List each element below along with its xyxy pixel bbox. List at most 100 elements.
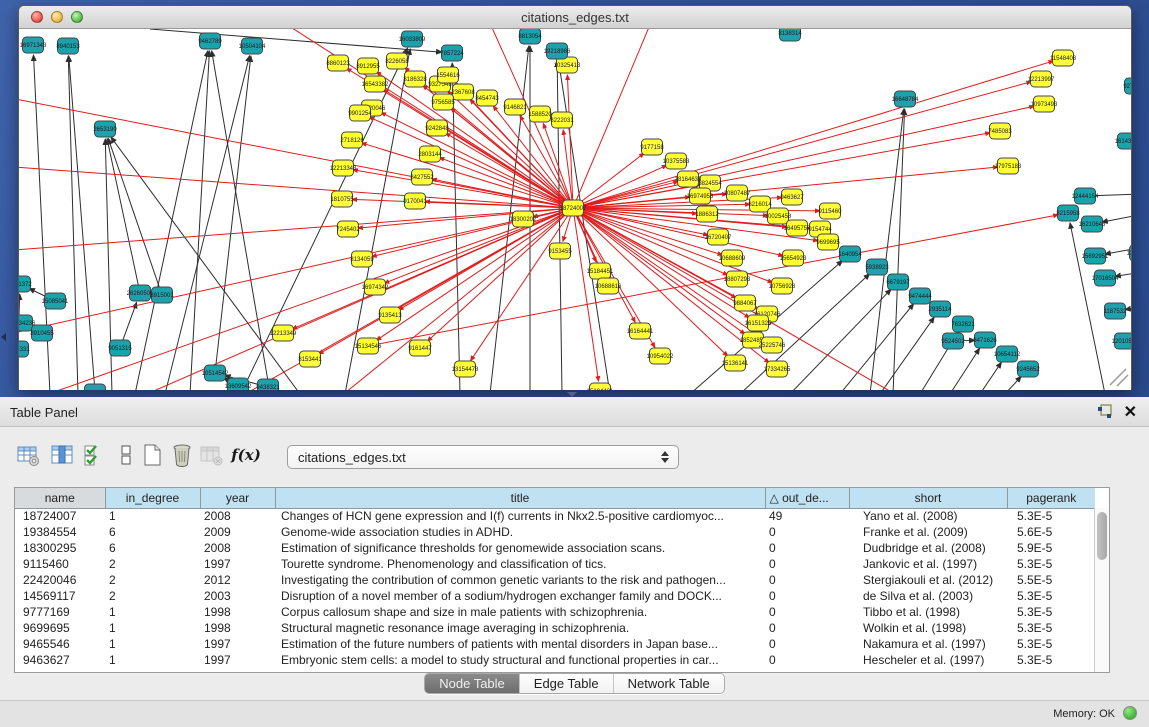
table-cell[interactable]: de Silva et al. (2003) xyxy=(849,588,1007,604)
column-header-in_degree[interactable]: in_degree xyxy=(105,488,200,508)
memory-ok-indicator[interactable] xyxy=(1123,706,1137,720)
graph-node[interactable]: 16720407 xyxy=(705,229,732,245)
graph-node[interactable]: 8222031 xyxy=(550,112,574,128)
graph-node[interactable]: 9161447 xyxy=(408,340,432,356)
citation-edge-red[interactable] xyxy=(358,208,573,228)
citation-edge-red[interactable] xyxy=(19,208,573,336)
table-cell[interactable]: 5.6E-5 xyxy=(1007,524,1095,540)
tab-node-table[interactable]: Node Table xyxy=(425,674,520,693)
graph-node[interactable]: 2803144 xyxy=(418,146,442,162)
graph-node[interactable]: 10688616 xyxy=(595,278,622,294)
table-cell[interactable]: 5.5E-5 xyxy=(1007,572,1095,588)
table-row[interactable]: 911546021997Tourette syndrome. Phenomeno… xyxy=(15,556,1095,572)
table-cell[interactable]: 1997 xyxy=(200,556,275,572)
table-cell[interactable]: 9699695 xyxy=(15,620,105,636)
table-cell[interactable]: 5.3E-5 xyxy=(1007,556,1095,572)
float-window-icon[interactable] xyxy=(1097,404,1113,420)
table-cell[interactable]: 0 xyxy=(765,556,849,572)
table-cell[interactable]: Wolkin et al. (1998) xyxy=(849,620,1007,636)
graph-node[interactable]: 2935114 xyxy=(929,301,953,317)
table-cell[interactable]: Investigating the contribution of common… xyxy=(275,572,765,588)
graph-node[interactable]: 12213349 xyxy=(270,325,297,341)
table-cell[interactable]: Franke et al. (2009) xyxy=(849,524,1007,540)
graph-node[interactable]: 9161372 xyxy=(19,276,32,292)
table-cell[interactable]: Structural magnetic resonance image aver… xyxy=(275,620,765,636)
table-cell[interactable]: 1998 xyxy=(200,604,275,620)
network-canvas[interactable]: 1872400788601238912955822605881863281654… xyxy=(19,29,1131,390)
table-cell[interactable]: Embryonic stem cells: a model to study s… xyxy=(275,652,765,668)
graph-node[interactable]: 9524502 xyxy=(941,333,965,349)
graph-node[interactable]: 9699695 xyxy=(816,234,840,250)
graph-node[interactable]: 9153455 xyxy=(548,243,572,259)
citation-edge-black[interactable] xyxy=(840,304,914,390)
citation-edge-red[interactable] xyxy=(240,208,573,390)
table-cell[interactable]: 1998 xyxy=(200,620,275,636)
column-header-year[interactable]: year xyxy=(200,488,275,508)
table-cell[interactable]: 0 xyxy=(765,620,849,636)
show-columns-icon[interactable] xyxy=(48,441,76,469)
table-cell[interactable]: 0 xyxy=(765,540,849,556)
graph-node[interactable]: 15184451 xyxy=(587,263,614,279)
graph-node[interactable]: 13609542 xyxy=(225,378,252,390)
table-cell[interactable]: 18300295 xyxy=(15,540,105,556)
table-cell[interactable]: 1 xyxy=(105,508,200,524)
graph-node[interactable]: 7857224 xyxy=(440,45,464,61)
graph-node[interactable]: 15654923 xyxy=(780,250,807,266)
graph-node[interactable]: 9474444 xyxy=(908,288,932,304)
graph-node[interactable]: 16143232 xyxy=(1115,133,1131,149)
table-cell[interactable]: 5.9E-5 xyxy=(1007,540,1095,556)
tab-network-table[interactable]: Network Table xyxy=(614,674,724,693)
graph-node[interactable]: 25225746 xyxy=(759,337,786,353)
table-cell[interactable]: 9777169 xyxy=(15,604,105,620)
graph-node[interactable]: 8153441 xyxy=(298,351,322,367)
graph-node[interactable]: 10954022 xyxy=(647,348,674,364)
table-cell[interactable]: 2003 xyxy=(200,588,275,604)
graph-node[interactable]: 9177158 xyxy=(640,139,664,155)
graph-node[interactable]: 8427552 xyxy=(410,169,434,185)
window-titlebar[interactable]: citations_edges.txt xyxy=(19,6,1131,29)
graph-node[interactable]: 10756928 xyxy=(769,278,796,294)
graph-node[interactable]: 12213343 xyxy=(330,160,357,176)
table-cell[interactable]: Genome-wide association studies in ADHD. xyxy=(275,524,765,540)
graph-node[interactable]: 1554616 xyxy=(436,67,460,83)
graph-node[interactable]: 9462789 xyxy=(198,33,222,49)
table-cell[interactable]: Yano et al. (2008) xyxy=(849,508,1007,524)
citation-edge-black[interactable] xyxy=(950,348,980,390)
table-cell[interactable]: Tourette syndrome. Phenomenology and cla… xyxy=(275,556,765,572)
citation-edge-red[interactable] xyxy=(19,166,573,208)
citation-edge-black[interactable] xyxy=(165,56,250,390)
table-cell[interactable]: 5.3E-5 xyxy=(1007,508,1095,524)
table-cell[interactable]: Estimation of significance thresholds fo… xyxy=(275,540,765,556)
table-cell[interactable]: Hescheler et al. (1997) xyxy=(849,652,1007,668)
graph-node[interactable]: 1640954 xyxy=(838,246,862,262)
graph-node[interactable]: 7632621 xyxy=(951,316,975,332)
table-cell[interactable]: 5.3E-5 xyxy=(1007,652,1095,668)
citation-edge-black[interactable] xyxy=(135,51,208,390)
table-cell[interactable]: 2 xyxy=(105,588,200,604)
column-header-out_de[interactable]: △ out_de... xyxy=(765,488,849,508)
graph-node[interactable]: 18300202 xyxy=(510,211,537,227)
table-cell[interactable]: 5.3E-5 xyxy=(1007,636,1095,652)
table-cell[interactable]: 5.3E-5 xyxy=(1007,588,1095,604)
table-cell[interactable]: 22420046 xyxy=(15,572,105,588)
graph-node[interactable]: 10807487 xyxy=(724,185,751,201)
graph-node[interactable]: 18724007 xyxy=(560,200,587,216)
graph-node[interactable]: 1187532 xyxy=(1104,303,1128,319)
graph-node[interactable]: 2653190 xyxy=(93,121,117,137)
graph-node[interactable]: 18807293 xyxy=(724,271,751,287)
function-builder-icon[interactable]: f(x) xyxy=(232,441,260,469)
graph-node[interactable]: 8226058 xyxy=(385,53,409,69)
table-cell[interactable]: 2008 xyxy=(200,540,275,556)
table-cell[interactable]: Jankovic et al. (1997) xyxy=(849,556,1007,572)
table-cell[interactable]: 14569117 xyxy=(15,588,105,604)
column-header-short[interactable]: short xyxy=(849,488,1007,508)
graph-node[interactable]: 9277034 xyxy=(1123,78,1131,94)
vertical-scrollbar[interactable] xyxy=(1094,508,1109,672)
table-selector-dropdown[interactable]: citations_edges.txt xyxy=(287,445,679,469)
select-columns-icon[interactable] xyxy=(80,441,108,469)
graph-node[interactable]: 8915001 xyxy=(150,287,174,303)
graph-node[interactable]: 8940153 xyxy=(56,38,80,54)
graph-node[interactable]: 15134546 xyxy=(355,338,382,354)
graph-node[interactable]: 10973493 xyxy=(1031,96,1058,112)
graph-node[interactable]: 2367608 xyxy=(451,84,475,100)
